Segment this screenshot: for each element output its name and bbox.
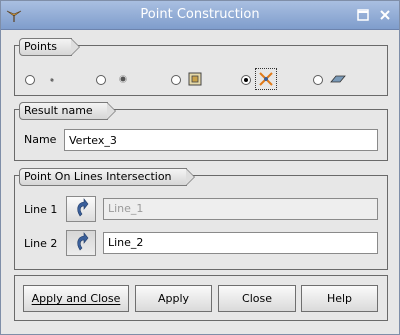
- arrow-select-icon: [77, 198, 89, 217]
- apply-button[interactable]: Apply: [135, 285, 212, 312]
- close-button[interactable]: Close: [218, 285, 296, 312]
- intersection-title: Point On Lines Intersection: [19, 168, 195, 186]
- point-option-1-radio[interactable]: [25, 75, 35, 85]
- line1-label: Line 1: [24, 203, 58, 216]
- title-bar[interactable]: Point Construction: [1, 1, 399, 30]
- line1-input[interactable]: Line_1: [103, 198, 378, 220]
- lines-intersection-icon: [255, 68, 277, 90]
- help-button[interactable]: Help: [301, 285, 378, 312]
- result-name-group: Result name Name: [14, 102, 388, 161]
- close-icon[interactable]: [377, 7, 393, 23]
- point-dot-icon: [119, 75, 127, 83]
- apply-and-close-button[interactable]: Apply and Close: [23, 285, 129, 312]
- line2-select-button[interactable]: [66, 230, 96, 256]
- point-construction-window: Point Construction Points Result name Na…: [0, 0, 400, 335]
- intersection-group: Point On Lines Intersection Line 1 Line_…: [14, 168, 388, 270]
- point-on-face-icon: [188, 72, 202, 86]
- point-option-4-radio[interactable]: [241, 75, 251, 85]
- point-option-3-radio[interactable]: [171, 75, 181, 85]
- point-option-5-radio[interactable]: [313, 75, 323, 85]
- point-option-2-radio[interactable]: [96, 75, 106, 85]
- name-input[interactable]: [64, 129, 378, 151]
- points-group-title: Points: [19, 38, 81, 56]
- line2-input[interactable]: Line_2: [103, 232, 378, 254]
- line2-label: Line 2: [24, 237, 58, 250]
- help-label: Help: [326, 292, 353, 305]
- result-name-title: Result name: [19, 102, 116, 120]
- point-on-surface-icon: [330, 75, 346, 83]
- close-label: Close: [242, 292, 272, 305]
- arrow-select-icon: [77, 232, 89, 251]
- window-title: Point Construction: [140, 7, 260, 22]
- apply-label: Apply: [157, 292, 190, 305]
- maximize-icon[interactable]: [355, 7, 371, 23]
- line1-select-button[interactable]: [66, 196, 96, 222]
- point-small-icon: [50, 77, 54, 83]
- name-label: Name: [24, 133, 57, 146]
- apply-and-close-label: Apply and Close: [31, 292, 121, 305]
- points-group: Points: [14, 38, 388, 96]
